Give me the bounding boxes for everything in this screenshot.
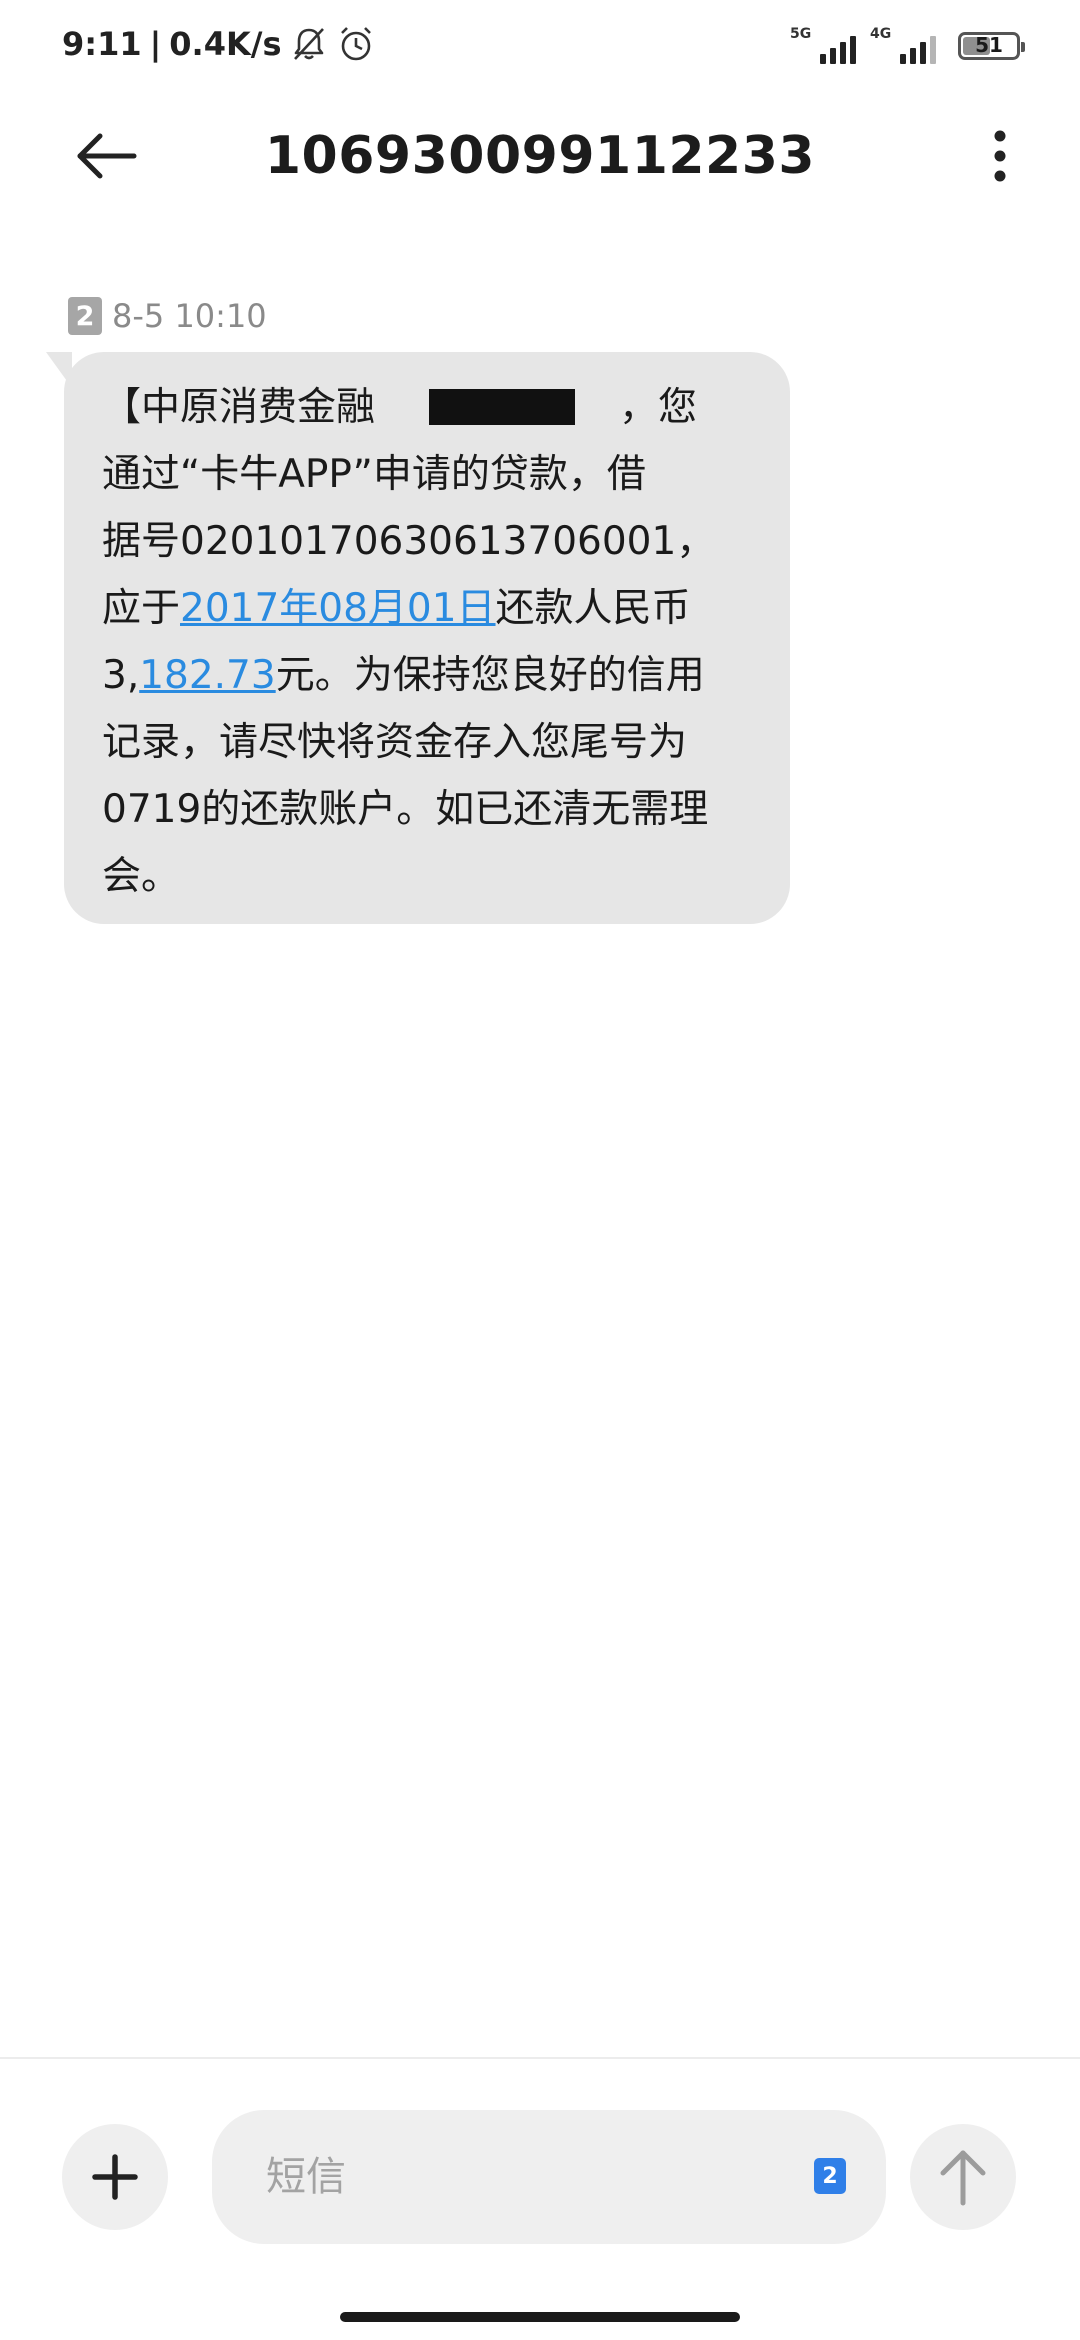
message-line: 记录，请尽快将资金存入您尾号为 (102, 720, 688, 765)
message-line: 会。 (102, 854, 181, 899)
home-indicator[interactable] (340, 2312, 740, 2322)
status-right: 5G 4G 51 (790, 22, 1025, 70)
more-options-button[interactable] (960, 116, 1040, 196)
back-button[interactable] (66, 116, 146, 196)
sim-badge: 2 (68, 297, 102, 335)
plus-icon (92, 2154, 138, 2200)
sim2-network-type: 4G (870, 26, 892, 42)
message-timestamp: 8-5 10:10 (112, 297, 267, 335)
message-segment: 应于 (102, 586, 181, 631)
sim1-network-type: 5G (790, 26, 812, 42)
network-speed: 0.4K/s (169, 25, 282, 63)
date-link[interactable]: 2017年08月01日 (180, 586, 496, 631)
sim1-signal-icon: 5G (790, 26, 856, 66)
more-vertical-icon (994, 130, 1006, 182)
status-bar: 9:11 | 0.4K/s 5G 4G 51 (0, 0, 1080, 88)
status-left: 9:11 | 0.4K/s (62, 20, 376, 68)
message-line: 据号02010170630613706001， (102, 519, 716, 564)
sim2-signal-icon: 4G (870, 26, 936, 66)
message-segment: ，您 (619, 385, 698, 430)
message-segment: 【中原消费金融 (102, 385, 376, 430)
message-bubble[interactable]: 【中原消费金融 ，您 通过“卡牛APP”申请的贷款，借 据号02010170630… (64, 352, 790, 924)
message-line: 通过“卡牛APP”申请的贷款，借 (102, 452, 646, 497)
page-title: 106930099112233 (264, 126, 816, 186)
app-bar: 106930099112233 (0, 96, 1080, 216)
message-line: 3,182.73元。为保持您良好的信用 (102, 642, 760, 709)
message-line: 应于2017年08月01日还款人民币 (102, 575, 760, 642)
add-attachment-button[interactable] (62, 2124, 168, 2230)
sim-select-icon[interactable]: 2 (814, 2158, 846, 2194)
message-segment: 元。为保持您良好的信用 (275, 653, 705, 698)
amount-link[interactable]: 182.73 (139, 653, 275, 698)
sms-input-placeholder: 短信 (266, 2154, 346, 2200)
mute-icon (290, 25, 328, 63)
alarm-icon (336, 24, 376, 64)
battery-icon: 51 (958, 32, 1025, 60)
status-separator: | (149, 25, 162, 63)
send-button[interactable] (910, 2124, 1016, 2230)
message-line: 0719的还款账户。如已还清无需理 (102, 787, 709, 832)
message-meta: 2 8-5 10:10 (68, 296, 267, 336)
message-line: 【中原消费金融 ，您 (102, 374, 760, 441)
arrow-left-icon (77, 133, 137, 179)
sms-input[interactable]: 短信 2 (212, 2110, 886, 2244)
redaction-block (429, 388, 576, 425)
message-segment: 还款人民币 (495, 586, 691, 631)
composer-divider (0, 2057, 1080, 2059)
message-text: 【中原消费金融 ，您 通过“卡牛APP”申请的贷款，借 据号02010170630… (102, 374, 760, 910)
arrow-up-icon (940, 2150, 986, 2206)
battery-level: 51 (975, 33, 1003, 57)
status-time: 9:11 (62, 25, 142, 63)
message-segment: 3, (102, 653, 140, 698)
